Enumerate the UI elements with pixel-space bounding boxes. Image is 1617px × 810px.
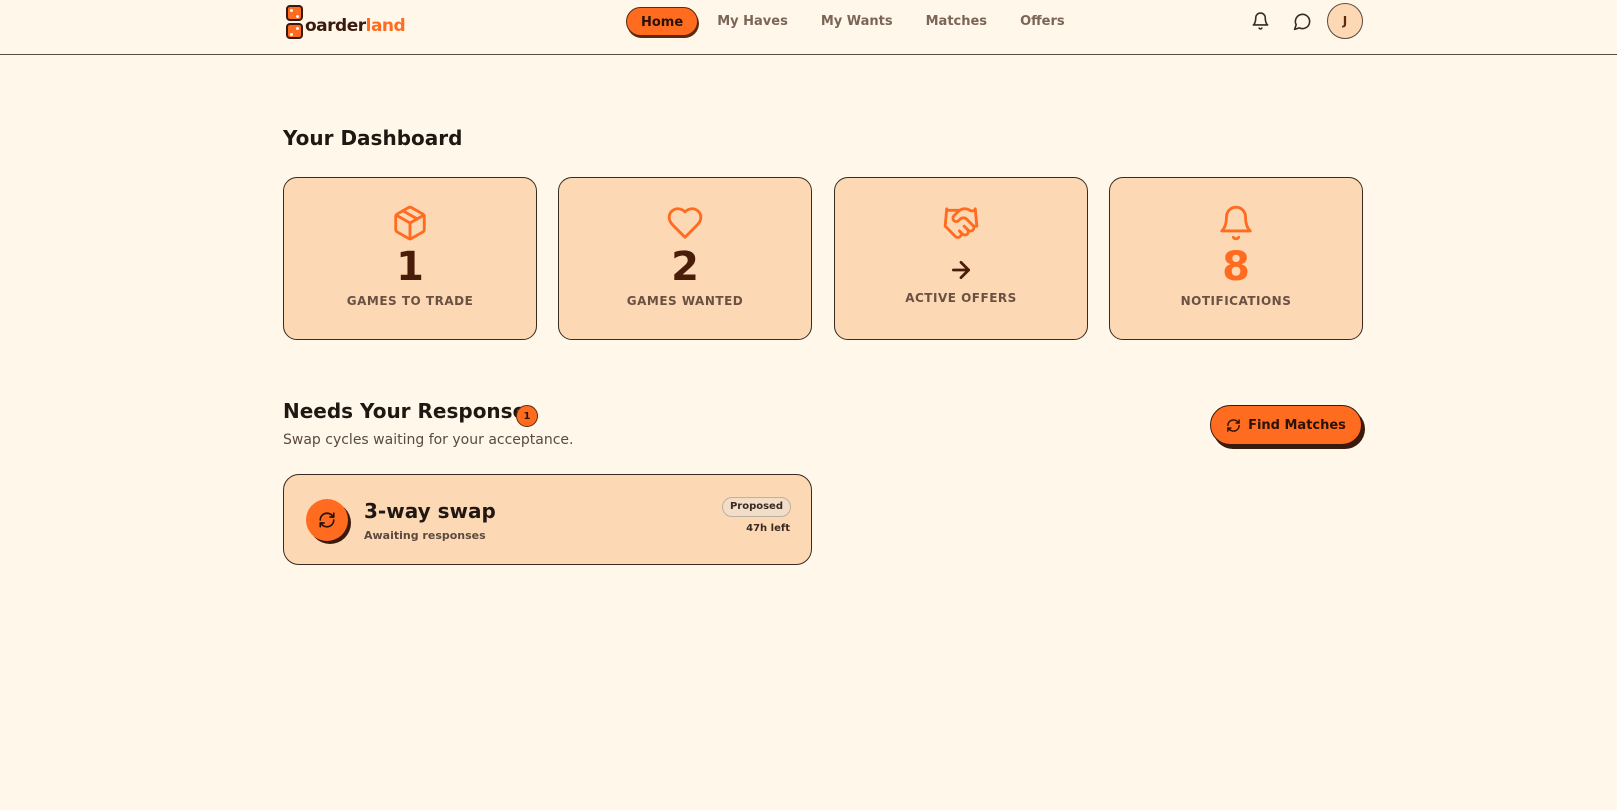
nav-offers[interactable]: Offers — [1006, 7, 1079, 36]
time-left: 47h left — [746, 523, 790, 534]
swap-cycle-icon — [306, 499, 348, 541]
dashboard-title: Your Dashboard — [283, 126, 463, 150]
stat-label: ACTIVE OFFERS — [905, 291, 1017, 305]
stat-label: NOTIFICATIONS — [1180, 294, 1292, 308]
top-navbar: oarderland Home My Haves My Wants Matche… — [0, 0, 1617, 55]
nav-my-wants[interactable]: My Wants — [807, 7, 907, 36]
app-logo[interactable]: oarderland — [286, 5, 406, 40]
nav-my-haves[interactable]: My Haves — [703, 7, 802, 36]
stat-label: GAMES TO TRADE — [346, 294, 474, 308]
stat-card-notifications[interactable]: 8 NOTIFICATIONS — [1109, 177, 1363, 340]
stat-value: 1 — [396, 244, 424, 290]
find-matches-label: Find Matches — [1248, 417, 1346, 433]
nav-home[interactable]: Home — [626, 7, 699, 36]
dice-logo-icon — [286, 5, 303, 40]
stat-label: GAMES WANTED — [626, 294, 744, 308]
box-icon — [390, 203, 430, 243]
swap-title: 3-way swap — [364, 499, 496, 523]
user-avatar[interactable]: J — [1327, 3, 1363, 39]
response-count-badge: 1 — [516, 405, 538, 427]
swap-subtitle: Awaiting responses — [364, 529, 486, 542]
arrow-right-icon — [948, 255, 974, 285]
stat-value: 8 — [1222, 244, 1250, 290]
stat-card-games-wanted[interactable]: 2 GAMES WANTED — [558, 177, 812, 340]
chat-icon[interactable] — [1290, 9, 1314, 33]
status-badge: Proposed — [721, 497, 791, 517]
swap-cycle-card[interactable]: 3-way swap Awaiting responses Proposed 4… — [283, 474, 812, 565]
stat-card-games-to-trade[interactable]: 1 GAMES TO TRADE — [283, 177, 537, 340]
needs-response-title: Needs Your Response — [283, 399, 527, 423]
stat-value: 2 — [671, 244, 699, 290]
heart-icon — [665, 203, 705, 243]
bell-icon — [1216, 203, 1256, 243]
logo-wordmark: oarderland — [305, 16, 406, 36]
handshake-icon — [941, 203, 981, 243]
main-nav: Home My Haves My Wants Matches Offers — [626, 7, 1084, 36]
bell-icon[interactable] — [1248, 9, 1272, 33]
nav-matches[interactable]: Matches — [912, 7, 1001, 36]
find-matches-button[interactable]: Find Matches — [1210, 405, 1362, 445]
refresh-icon — [1227, 418, 1240, 432]
needs-response-subtitle: Swap cycles waiting for your acceptance. — [283, 432, 574, 448]
stat-card-active-offers[interactable]: ACTIVE OFFERS — [834, 177, 1088, 340]
